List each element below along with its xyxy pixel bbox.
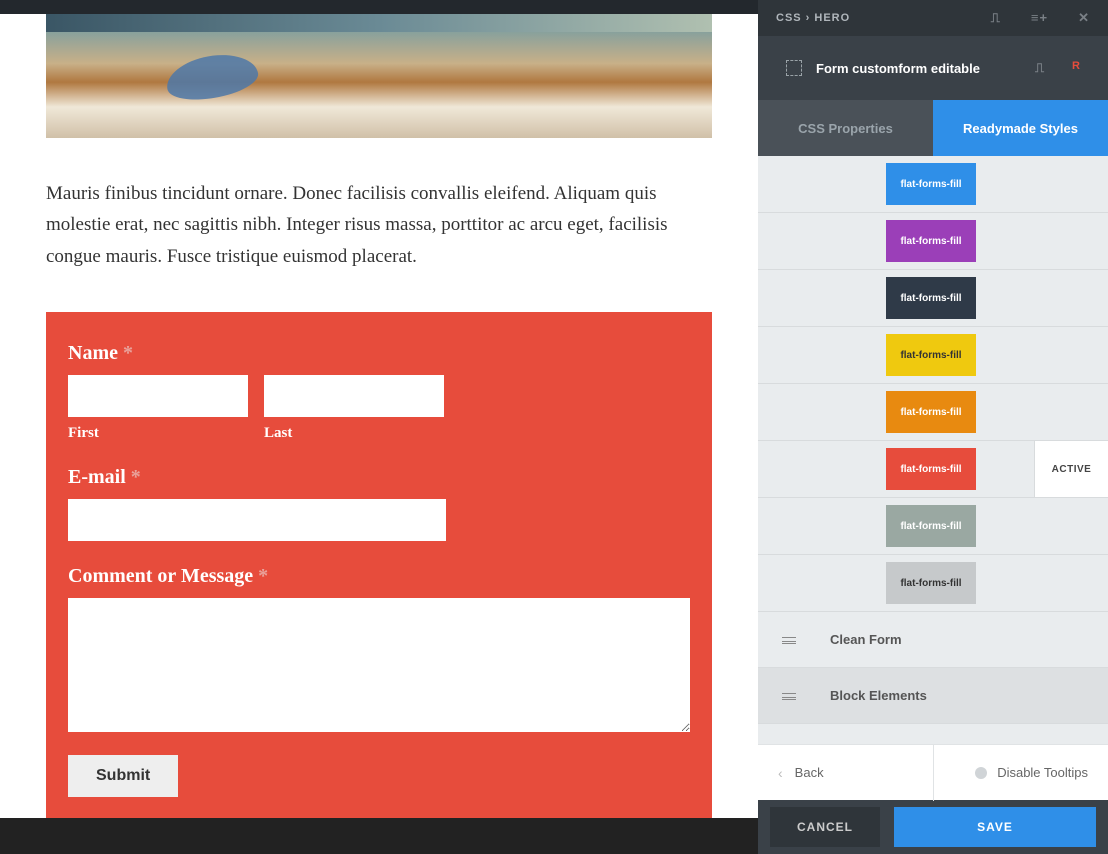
hero-image <box>46 14 712 138</box>
style-option-row[interactable]: flat-forms-fill <box>758 498 1108 555</box>
panel-action-bar: CANCEL SAVE <box>758 800 1108 854</box>
drag-icon <box>782 635 796 645</box>
header-icon-1[interactable]: ⎍ <box>991 10 1001 26</box>
style-option-row[interactable]: flat-forms-fill <box>758 384 1108 441</box>
contact-form[interactable]: Name * First Last E-mail * Comment <box>46 312 712 823</box>
active-badge: ACTIVE <box>1034 441 1108 497</box>
chevron-left-icon: ‹ <box>778 765 783 781</box>
name-field-group: Name * First Last <box>68 342 690 442</box>
style-option-row[interactable]: flat-forms-fill <box>758 156 1108 213</box>
email-field-group: E-mail * <box>68 466 690 541</box>
section-clean-form[interactable]: Clean Form <box>758 612 1108 668</box>
footer-divider <box>933 745 934 801</box>
drag-icon <box>782 691 796 701</box>
selection-label: Form customform editable <box>816 61 980 76</box>
reset-icon[interactable]: R <box>1072 60 1080 76</box>
header-icon-2[interactable]: ≡+ <box>1031 10 1048 26</box>
last-name-sublabel: Last <box>264 425 444 442</box>
cancel-button[interactable]: CANCEL <box>770 807 880 847</box>
style-chip: flat-forms-fill <box>886 448 976 490</box>
email-input[interactable] <box>68 499 446 541</box>
style-option-row[interactable]: flat-forms-fill <box>758 270 1108 327</box>
first-name-sublabel: First <box>68 425 248 442</box>
back-button[interactable]: Back <box>795 765 824 780</box>
subnav-icon-1[interactable]: ⎍ <box>1035 60 1044 76</box>
close-icon[interactable]: ✕ <box>1078 10 1090 26</box>
csshero-panel: CSS › HERO ⎍ ≡+ ✕ Form customform editab… <box>758 0 1108 854</box>
section-block-elements[interactable]: Block Elements <box>758 668 1108 724</box>
radio-icon <box>975 767 987 779</box>
first-name-input[interactable] <box>68 375 248 417</box>
selection-icon <box>786 60 802 76</box>
comment-field-group: Comment or Message * <box>68 565 690 737</box>
panel-tabs: CSS Properties Readymade Styles <box>758 100 1108 156</box>
save-button[interactable]: SAVE <box>894 807 1096 847</box>
panel-footer-nav: ‹ Back Disable Tooltips <box>758 744 1108 800</box>
tab-css-properties[interactable]: CSS Properties <box>758 100 933 156</box>
style-chip: flat-forms-fill <box>886 391 976 433</box>
style-option-row[interactable]: flat-forms-fill <box>758 327 1108 384</box>
tab-readymade-styles[interactable]: Readymade Styles <box>933 100 1108 156</box>
readymade-styles-list: flat-forms-fillflat-forms-fillflat-forms… <box>758 156 1108 744</box>
panel-header: CSS › HERO ⎍ ≡+ ✕ <box>758 0 1108 36</box>
name-label: Name * <box>68 342 690 365</box>
submit-button[interactable]: Submit <box>68 755 178 797</box>
last-name-input[interactable] <box>264 375 444 417</box>
main-content: Mauris finibus tincidunt ornare. Donec f… <box>0 14 758 823</box>
panel-selection-bar: Form customform editable ⎍ R <box>758 36 1108 100</box>
style-chip: flat-forms-fill <box>886 505 976 547</box>
body-paragraph: Mauris finibus tincidunt ornare. Donec f… <box>46 178 712 272</box>
style-chip: flat-forms-fill <box>886 277 976 319</box>
style-chip: flat-forms-fill <box>886 562 976 604</box>
style-option-row[interactable]: flat-forms-fill <box>758 555 1108 612</box>
style-option-row[interactable]: flat-forms-fill <box>758 213 1108 270</box>
style-chip: flat-forms-fill <box>886 163 976 205</box>
panel-brand: CSS › HERO <box>776 12 850 24</box>
required-asterisk: * <box>123 342 133 364</box>
disable-tooltips-toggle[interactable]: Disable Tooltips <box>997 765 1088 780</box>
style-chip: flat-forms-fill <box>886 220 976 262</box>
style-chip: flat-forms-fill <box>886 334 976 376</box>
comment-textarea[interactable] <box>68 598 690 732</box>
required-asterisk: * <box>131 466 141 488</box>
style-option-row[interactable]: flat-forms-fill ACTIVE <box>758 441 1108 498</box>
comment-label: Comment or Message * <box>68 565 690 588</box>
email-label: E-mail * <box>68 466 690 489</box>
required-asterisk: * <box>258 565 268 587</box>
site-footer <box>0 818 758 854</box>
